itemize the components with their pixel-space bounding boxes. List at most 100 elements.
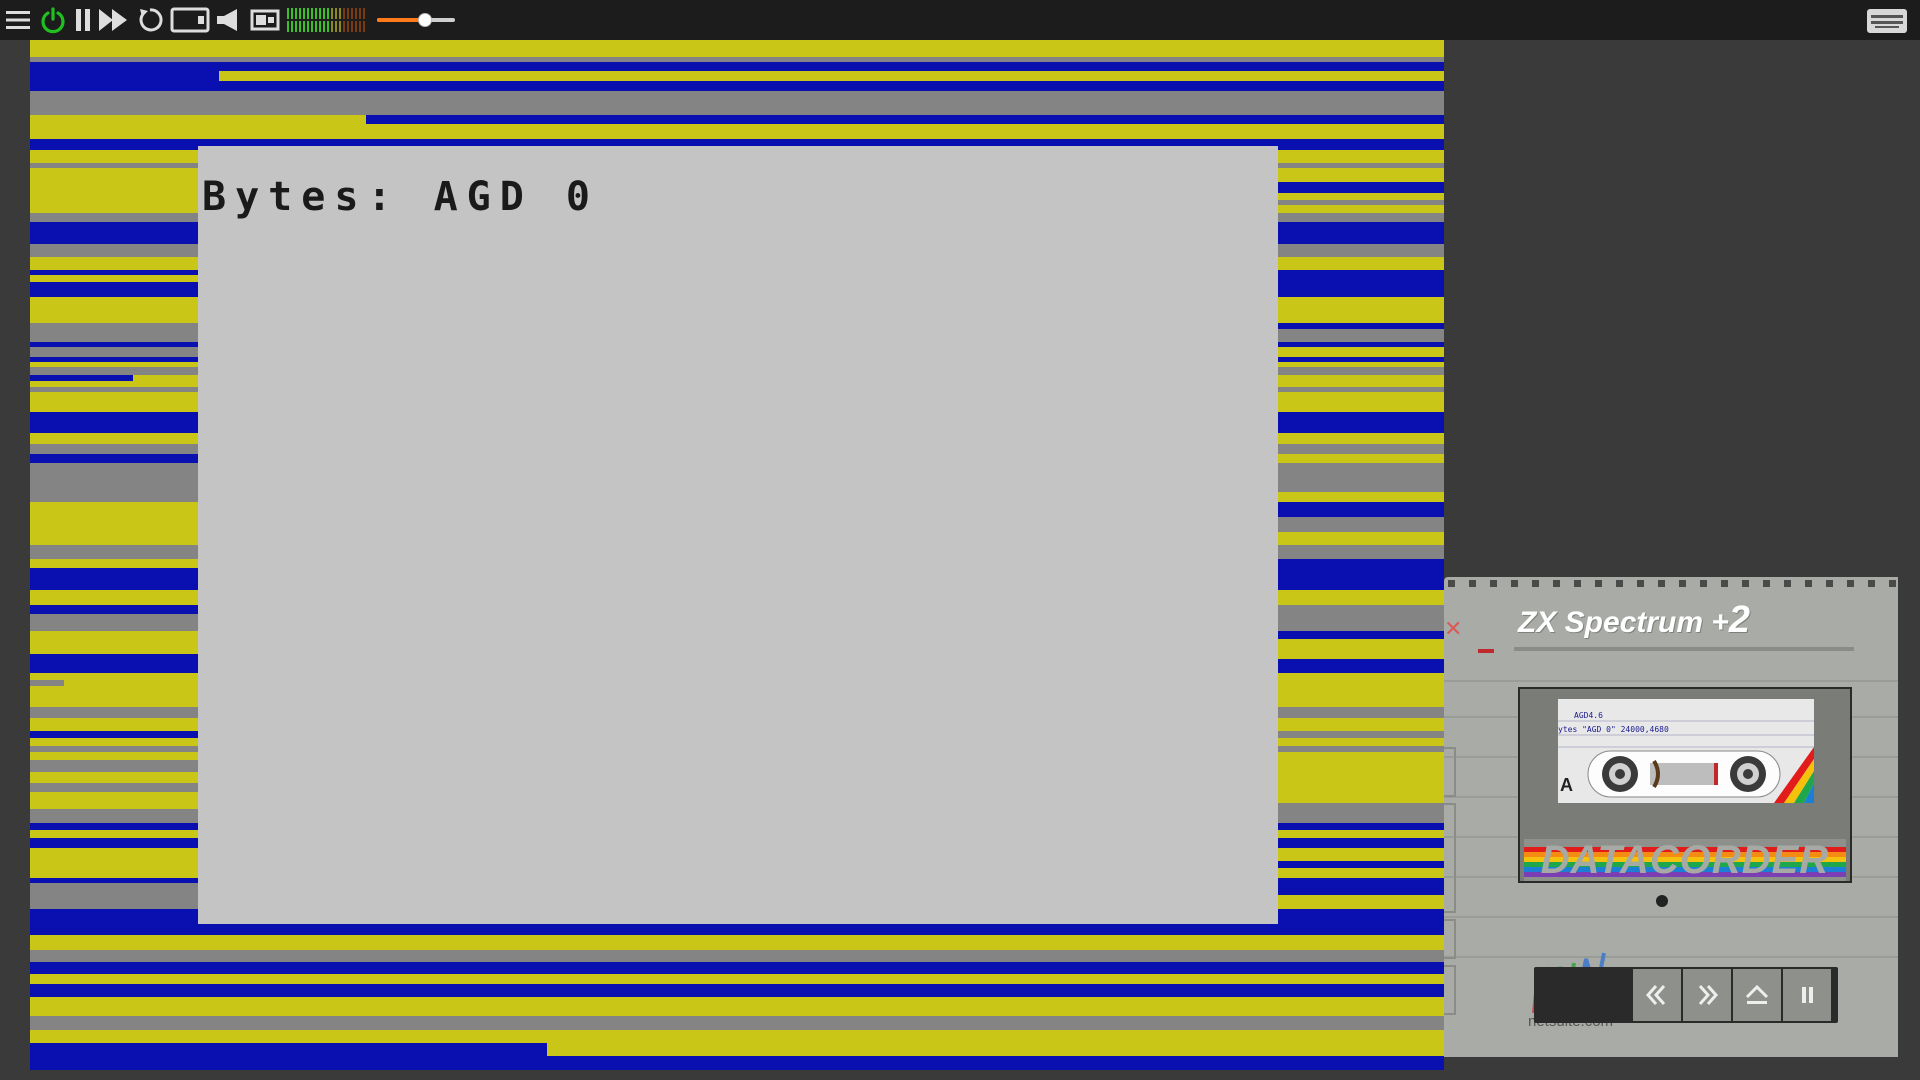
tape-pause-icon[interactable] [1783, 969, 1831, 1021]
power-icon[interactable] [38, 4, 68, 36]
red-stripe [1478, 649, 1494, 653]
vu-bar [323, 21, 325, 32]
vu-bar [311, 21, 313, 32]
forward-icon[interactable] [1683, 969, 1731, 1021]
vu-bar [327, 8, 329, 19]
perforation-hole [1679, 580, 1686, 587]
tape-indicator-dot [1656, 895, 1668, 907]
border-stripe-partial [547, 1043, 1444, 1056]
border-stripe [30, 935, 1444, 950]
cassette-label-1: AGD4.6 [1574, 711, 1603, 720]
perforation-hole [1490, 580, 1497, 587]
border-stripe [30, 962, 1444, 969]
border-stripe [30, 984, 1444, 989]
close-icon[interactable]: ✕ [1444, 617, 1462, 642]
side-tabs [1444, 747, 1456, 1015]
cassette-side: A [1560, 775, 1573, 795]
border-stripe [30, 124, 1444, 139]
perforation-hole [1784, 580, 1791, 587]
vu-bar [359, 8, 361, 19]
cassette-window[interactable]: AGD4.6 ytes "AGD 0" 24000,4680 A DATACOR… [1518, 687, 1852, 883]
vu-bar [291, 8, 293, 19]
vu-bar [331, 8, 333, 19]
vu-bar [363, 8, 365, 19]
perforation-hole [1616, 580, 1623, 587]
vu-bar [347, 8, 349, 19]
tape-icon[interactable] [170, 4, 210, 36]
eject-icon[interactable] [1733, 969, 1781, 1021]
emulator-screen[interactable]: Bytes: AGD 0 [30, 40, 1444, 1070]
border-stripe [30, 106, 1444, 115]
border-stripe-partial [366, 115, 1444, 124]
perforation-hole [1448, 580, 1455, 587]
perforation-hole [1889, 580, 1896, 587]
perforation-hole [1574, 580, 1581, 587]
perforation-hole [1868, 580, 1875, 587]
perforation-hole [1532, 580, 1539, 587]
perforation-hole [1721, 580, 1728, 587]
vu-bar [311, 8, 313, 19]
pause-icon[interactable] [72, 4, 94, 36]
vu-bar [307, 21, 309, 32]
perforation-hole [1553, 580, 1560, 587]
vu-bar [295, 8, 297, 19]
vu-bar [291, 21, 293, 32]
vu-bar [351, 8, 353, 19]
perforation-hole [1826, 580, 1833, 587]
perforation-hole [1700, 580, 1707, 587]
border-stripe [30, 1030, 1444, 1043]
vu-bar [315, 21, 317, 32]
vu-bar [347, 21, 349, 32]
vu-bar [299, 21, 301, 32]
border-stripe-partial [818, 62, 1444, 71]
border-stripe-partial [219, 71, 1444, 81]
perforation-hole [1595, 580, 1602, 587]
vu-bar [315, 8, 317, 19]
vu-bar [363, 21, 365, 32]
border-stripe [30, 997, 1444, 1003]
border-stripe [30, 989, 1444, 997]
vu-bar [343, 8, 345, 19]
border-stripe-partial [137, 974, 1444, 984]
menu-icon[interactable] [4, 4, 32, 36]
border-stripe [30, 969, 1444, 974]
vu-bar [323, 8, 325, 19]
rewind-icon[interactable] [1633, 969, 1681, 1021]
border-stripe [30, 50, 1444, 57]
panel-perforation [1448, 580, 1896, 587]
vu-bar [295, 21, 297, 32]
vu-bar [339, 21, 341, 32]
vu-bar [319, 21, 321, 32]
vu-meter [287, 8, 365, 32]
border-stripe [30, 1003, 1444, 1016]
keyboard-icon[interactable] [1866, 8, 1908, 34]
vu-bar [351, 21, 353, 32]
border-stripe [30, 1016, 1444, 1030]
vu-bar [319, 8, 321, 19]
perforation-hole [1742, 580, 1749, 587]
perforation-hole [1763, 580, 1770, 587]
transport-spacer [1535, 969, 1631, 1021]
volume-knob[interactable] [418, 13, 433, 27]
vu-bar [299, 8, 301, 19]
perforation-hole [1637, 580, 1644, 587]
border-stripe-partial [474, 924, 1444, 935]
border-stripe [30, 81, 1444, 91]
reset-icon[interactable] [135, 4, 165, 36]
transport-controls [1534, 967, 1838, 1023]
cassette-label-2: ytes "AGD 0" 24000,4680 [1558, 725, 1669, 734]
vu-bar [287, 21, 289, 32]
perforation-hole [1805, 580, 1812, 587]
mute-icon[interactable] [214, 4, 242, 36]
perforation-hole [1469, 580, 1476, 587]
volume-slider[interactable] [377, 10, 455, 30]
border-stripe [30, 91, 1444, 106]
toolbar [0, 0, 1920, 40]
perforation-hole [1658, 580, 1665, 587]
vu-bar [327, 21, 329, 32]
fast-forward-icon[interactable] [96, 4, 130, 36]
display-icon[interactable] [250, 4, 280, 36]
perforation-hole [1511, 580, 1518, 587]
title-divider [1514, 647, 1854, 651]
vu-bar [359, 21, 361, 32]
